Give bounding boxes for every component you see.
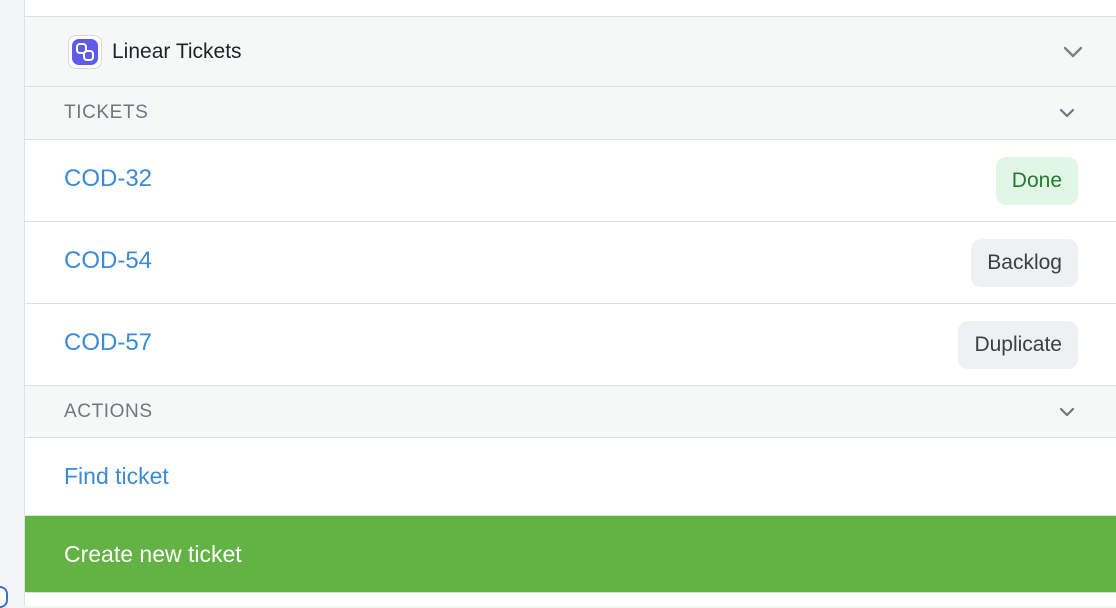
status-badge: Duplicate: [958, 320, 1078, 369]
status-badge: Done: [995, 156, 1078, 205]
bottom-divider: [25, 592, 1116, 605]
tickets-section-header[interactable]: TICKETS: [25, 87, 1116, 140]
tickets-section-title: TICKETS: [64, 102, 149, 123]
ticket-link[interactable]: COD-32: [64, 165, 996, 193]
left-gutter: [0, 0, 25, 608]
actions-section-title: ACTIONS: [64, 400, 153, 422]
status-badge: Backlog: [971, 238, 1078, 287]
find-ticket-link[interactable]: Find ticket: [64, 463, 169, 490]
linear-app-icon: [68, 34, 102, 69]
panel-header[interactable]: Linear Tickets: [25, 17, 1116, 87]
create-ticket-button[interactable]: Create new ticket: [25, 516, 1116, 592]
chevron-down-icon[interactable]: [1058, 107, 1076, 119]
chevron-down-icon[interactable]: [1058, 406, 1076, 418]
ticket-link[interactable]: COD-54: [64, 247, 971, 275]
ticket-row[interactable]: COD-32 Done: [25, 140, 1116, 222]
actions-section-header[interactable]: ACTIONS: [25, 386, 1116, 438]
ticket-row[interactable]: COD-54 Backlog: [25, 222, 1116, 304]
create-ticket-label: Create new ticket: [64, 540, 242, 567]
linear-tickets-panel: Linear Tickets TICKETS COD-32 Done COD-5…: [25, 0, 1116, 606]
gutter-handle[interactable]: [0, 586, 8, 608]
ticket-row[interactable]: COD-57 Duplicate: [25, 304, 1116, 386]
top-divider: [25, 0, 1116, 17]
find-ticket-row[interactable]: Find ticket: [25, 438, 1116, 516]
chevron-down-icon[interactable]: [1062, 45, 1084, 59]
ticket-link[interactable]: COD-57: [64, 329, 958, 357]
panel-title: Linear Tickets: [112, 39, 242, 63]
